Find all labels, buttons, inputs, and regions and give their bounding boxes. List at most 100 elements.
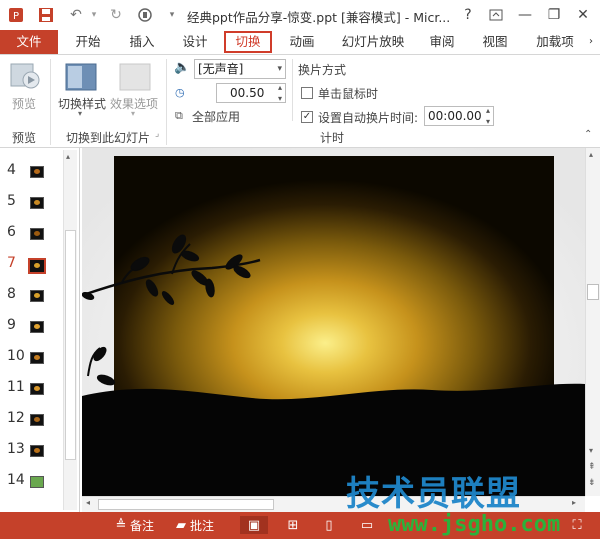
slide-sorter-icon[interactable]: ⊞ xyxy=(284,516,302,534)
duration-stepper-icon[interactable]: ▴ ▾ xyxy=(278,82,282,104)
save-icon[interactable] xyxy=(36,5,56,25)
slide-thumbnail[interactable] xyxy=(30,197,44,209)
tab-design[interactable]: 设计 xyxy=(173,31,217,53)
group-dialog-launcher-icon[interactable]: ⌟ xyxy=(155,129,159,139)
slide-number: 6 xyxy=(7,224,16,240)
scroll-up-icon[interactable]: ▴ xyxy=(589,150,593,159)
minimize-button[interactable]: — xyxy=(514,4,536,26)
auto-advance-time-input[interactable]: 00:00.00 ▴ ▾ xyxy=(424,106,494,126)
preview-button-label[interactable]: 预览 xyxy=(12,95,36,112)
slide-number-selected: 7 xyxy=(7,255,16,271)
restore-button[interactable]: ❐ xyxy=(543,4,565,26)
tab-file[interactable]: 文件 xyxy=(0,30,58,54)
duration-input[interactable]: 00.50 ▴ ▾ xyxy=(216,83,286,103)
reading-view-icon[interactable]: ▯ xyxy=(320,516,338,534)
slide-thumbnail[interactable] xyxy=(30,414,44,426)
sound-select[interactable]: [无声音] ▾ xyxy=(194,59,286,79)
sound-select-dropdown-icon: ▾ xyxy=(277,64,282,74)
scroll-down-icon[interactable]: ▾ xyxy=(589,446,593,455)
tab-slideshow[interactable]: 幻灯片放映 xyxy=(336,31,410,53)
slide-number: 13 xyxy=(7,441,25,457)
ribbon-display-options-icon[interactable] xyxy=(485,4,507,26)
watermark-url: www.jsgho.com xyxy=(388,512,561,537)
group-preview-label: 预览 xyxy=(12,131,37,145)
group-timing-label: 计时 xyxy=(320,131,345,145)
slideshow-icon[interactable]: ▭ xyxy=(358,516,376,534)
scroll-up-icon[interactable]: ▴ xyxy=(66,152,70,161)
notes-icon[interactable]: ≜ xyxy=(112,516,130,534)
redo-icon[interactable]: ↻ xyxy=(106,5,126,25)
customize-quick-access-icon[interactable]: ▾ xyxy=(162,5,182,25)
tab-view[interactable]: 视图 xyxy=(473,31,517,53)
scroll-tabs-icon[interactable]: › xyxy=(584,31,598,53)
switch-style-icon[interactable] xyxy=(64,62,98,92)
slide-number: 11 xyxy=(7,379,25,395)
slide-thumbnail[interactable] xyxy=(30,383,44,395)
normal-view-icon[interactable]: ▣ xyxy=(240,516,268,534)
tab-transitions[interactable]: 切换 xyxy=(224,31,272,53)
slide-number: 10 xyxy=(7,348,25,364)
tab-addins[interactable]: 加载项 xyxy=(528,31,582,53)
canvas-vertical-scrollbar[interactable]: ▴ ▾ ⇞ ⇟ xyxy=(585,148,600,496)
slide-thumbnail-selected[interactable] xyxy=(28,258,46,274)
comments-icon[interactable]: ▰ xyxy=(172,516,190,534)
notes-button[interactable]: 备注 xyxy=(130,517,154,534)
effect-options-icon[interactable] xyxy=(118,62,152,92)
slide-number: 5 xyxy=(7,193,16,209)
ribbon-tabs: 文件 开始 插入 设计 切换 动画 幻灯片放映 审阅 视图 加载项 › xyxy=(0,30,600,54)
help-button[interactable]: ? xyxy=(457,4,479,26)
from-beginning-icon[interactable] xyxy=(135,5,155,25)
ribbon-separator xyxy=(50,59,51,145)
slide-number: 9 xyxy=(7,317,16,333)
undo-dropdown-icon[interactable]: ▾ xyxy=(84,5,104,25)
auto-advance-time-value: 00:00.00 xyxy=(428,109,482,123)
slide-thumbnail[interactable] xyxy=(30,290,44,302)
tab-animations[interactable]: 动画 xyxy=(280,31,324,53)
slide-number: 8 xyxy=(7,286,16,302)
slide-thumbnail[interactable] xyxy=(30,352,44,364)
on-click-checkbox[interactable] xyxy=(301,87,313,99)
on-click-label: 单击鼠标时 xyxy=(318,87,379,101)
previous-slide-icon[interactable]: ⇞ xyxy=(588,462,596,472)
ribbon-body: 预览 预览 切换样式 ▾ 效果选项 ▾ 切换到此幻灯片 ⌟ 🔈 [无声音] ▾ … xyxy=(0,54,600,148)
scrollbar-thumb[interactable] xyxy=(65,230,76,460)
auto-advance-label: 设置自动换片时间: xyxy=(318,111,419,125)
svg-text:P: P xyxy=(13,11,19,22)
tab-home[interactable]: 开始 xyxy=(66,31,110,53)
effect-options-dropdown-icon[interactable]: ▾ xyxy=(131,109,135,118)
switch-style-dropdown-icon[interactable]: ▾ xyxy=(78,109,82,118)
apply-all-button[interactable]: 全部应用 xyxy=(192,108,240,125)
sound-icon: 🔈 xyxy=(174,60,191,75)
comments-button[interactable]: 批注 xyxy=(190,517,214,534)
collapse-ribbon-icon[interactable]: ⌃ xyxy=(584,129,592,140)
slide-thumbnail[interactable] xyxy=(30,321,44,333)
scrollbar-thumb[interactable] xyxy=(98,499,274,510)
slide-thumbnail[interactable] xyxy=(30,476,44,488)
slide-editing-area[interactable] xyxy=(82,148,585,496)
close-button[interactable]: ✕ xyxy=(572,4,594,26)
slide-thumbnail[interactable] xyxy=(30,228,44,240)
tab-insert[interactable]: 插入 xyxy=(120,31,164,53)
scroll-right-icon[interactable]: ▸ xyxy=(572,498,576,507)
watermark-logo-text: 技术员联盟 xyxy=(346,474,521,514)
window-title: 经典ppt作品分享-惊变.ppt [兼容模式] - Micr... xyxy=(187,10,451,25)
preview-icon[interactable] xyxy=(9,60,41,92)
apply-all-icon: ⧉ xyxy=(175,109,183,122)
ribbon-separator xyxy=(166,59,167,145)
slide-thumbnail[interactable] xyxy=(30,445,44,457)
scrollbar-thumb[interactable] xyxy=(587,284,599,300)
duration-icon: ◷ xyxy=(175,86,185,99)
tab-review[interactable]: 审阅 xyxy=(420,31,464,53)
next-slide-icon[interactable]: ⇟ xyxy=(588,478,596,488)
duration-value: 00.50 xyxy=(230,86,265,100)
slide-thumbnail[interactable] xyxy=(30,166,44,178)
powerpoint-logo-icon: P xyxy=(6,5,26,25)
sound-select-value: [无声音] xyxy=(198,62,244,76)
undo-icon[interactable]: ↶ xyxy=(66,5,86,25)
slide-number: 12 xyxy=(7,410,25,426)
thumbnail-scrollbar[interactable]: ▴ xyxy=(63,150,77,510)
scroll-left-icon[interactable]: ◂ xyxy=(86,498,90,507)
auto-time-stepper-icon[interactable]: ▴ ▾ xyxy=(486,105,490,127)
fit-to-window-icon[interactable]: ⛶ xyxy=(568,516,586,534)
auto-advance-checkbox[interactable]: ✓ xyxy=(301,111,313,123)
